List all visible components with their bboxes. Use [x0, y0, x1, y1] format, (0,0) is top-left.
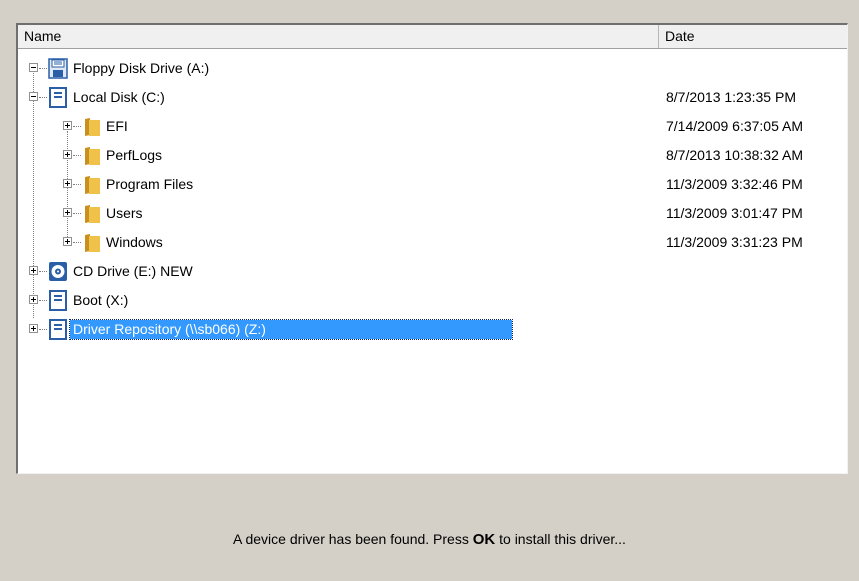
tree-row-cd-drive-e[interactable]: CD Drive (E:) NEW — [18, 257, 847, 286]
tree-item-date: 11/3/2009 3:01:47 PM — [666, 205, 803, 221]
tree-item-date: 11/3/2009 3:31:23 PM — [666, 234, 803, 250]
collapse-toggle-icon[interactable] — [29, 92, 38, 101]
tree-row-windows[interactable]: Windows 11/3/2009 3:31:23 PM — [18, 228, 847, 257]
floppy-disk-icon — [48, 58, 68, 79]
tree-item-label: Boot (X:) — [73, 292, 129, 308]
folder-icon — [85, 176, 100, 194]
tree-row-boot-x[interactable]: Boot (X:) — [18, 286, 847, 315]
column-header-date[interactable]: Date — [659, 25, 847, 48]
tree-item-label: Floppy Disk Drive (A:) — [73, 60, 210, 76]
tree-item-date: 7/14/2009 6:37:05 AM — [666, 118, 803, 134]
drive-tree-view[interactable]: Name Date Floppy Disk Drive (A:) Local D… — [16, 23, 848, 474]
expand-toggle-icon[interactable] — [63, 121, 72, 130]
folder-icon — [85, 205, 100, 223]
collapse-toggle-icon[interactable] — [29, 63, 38, 72]
expand-toggle-icon[interactable] — [63, 237, 72, 246]
tree-row-perflogs[interactable]: PerfLogs 8/7/2013 10:38:32 AM — [18, 141, 847, 170]
tree-row-program-files[interactable]: Program Files 11/3/2009 3:32:46 PM — [18, 170, 847, 199]
tree-item-label: Windows — [106, 234, 163, 250]
tree-item-label: Program Files — [106, 176, 194, 192]
tree-row-floppy[interactable]: Floppy Disk Drive (A:) — [18, 54, 847, 83]
tree-row-driver-repository-z[interactable]: Driver Repository (\\sb066) (Z:) — [18, 315, 847, 344]
status-suffix: to install this driver... — [495, 531, 626, 547]
expand-toggle-icon[interactable] — [29, 324, 38, 333]
folder-icon — [85, 234, 100, 252]
expand-toggle-icon[interactable] — [29, 295, 38, 304]
tree-item-label: CD Drive (E:) NEW — [73, 263, 193, 279]
expand-toggle-icon[interactable] — [29, 266, 38, 275]
cd-drive-icon — [49, 262, 67, 281]
expand-toggle-icon[interactable] — [63, 150, 72, 159]
expand-toggle-icon[interactable] — [63, 208, 72, 217]
tree-item-date: 8/7/2013 10:38:32 AM — [666, 147, 803, 163]
hard-drive-icon — [49, 290, 67, 311]
tree-item-label: Driver Repository (\\sb066) (Z:) — [69, 319, 513, 340]
tree-item-label: PerfLogs — [106, 147, 163, 163]
status-ok-emphasis: OK — [472, 531, 496, 548]
network-drive-icon — [49, 319, 67, 340]
tree-row-users[interactable]: Users 11/3/2009 3:01:47 PM — [18, 199, 847, 228]
folder-icon — [85, 118, 100, 136]
tree-row-local-disk-c[interactable]: Local Disk (C:) 8/7/2013 1:23:35 PM — [18, 83, 847, 112]
tree-item-date: 11/3/2009 3:32:46 PM — [666, 176, 803, 192]
hard-drive-icon — [49, 87, 67, 108]
tree-row-efi[interactable]: EFI 7/14/2009 6:37:05 AM — [18, 112, 847, 141]
tree-item-label: EFI — [106, 118, 128, 134]
folder-icon — [85, 147, 100, 165]
tree-item-date: 8/7/2013 1:23:35 PM — [666, 89, 796, 105]
tree-item-label: Users — [106, 205, 143, 221]
tree-item-label: Local Disk (C:) — [73, 89, 165, 105]
status-message: A device driver has been found. Press OK… — [0, 530, 859, 549]
status-prefix: A device driver has been found. Press — [233, 531, 473, 547]
column-header-row: Name Date — [18, 25, 847, 49]
column-header-name[interactable]: Name — [18, 25, 659, 48]
expand-toggle-icon[interactable] — [63, 179, 72, 188]
